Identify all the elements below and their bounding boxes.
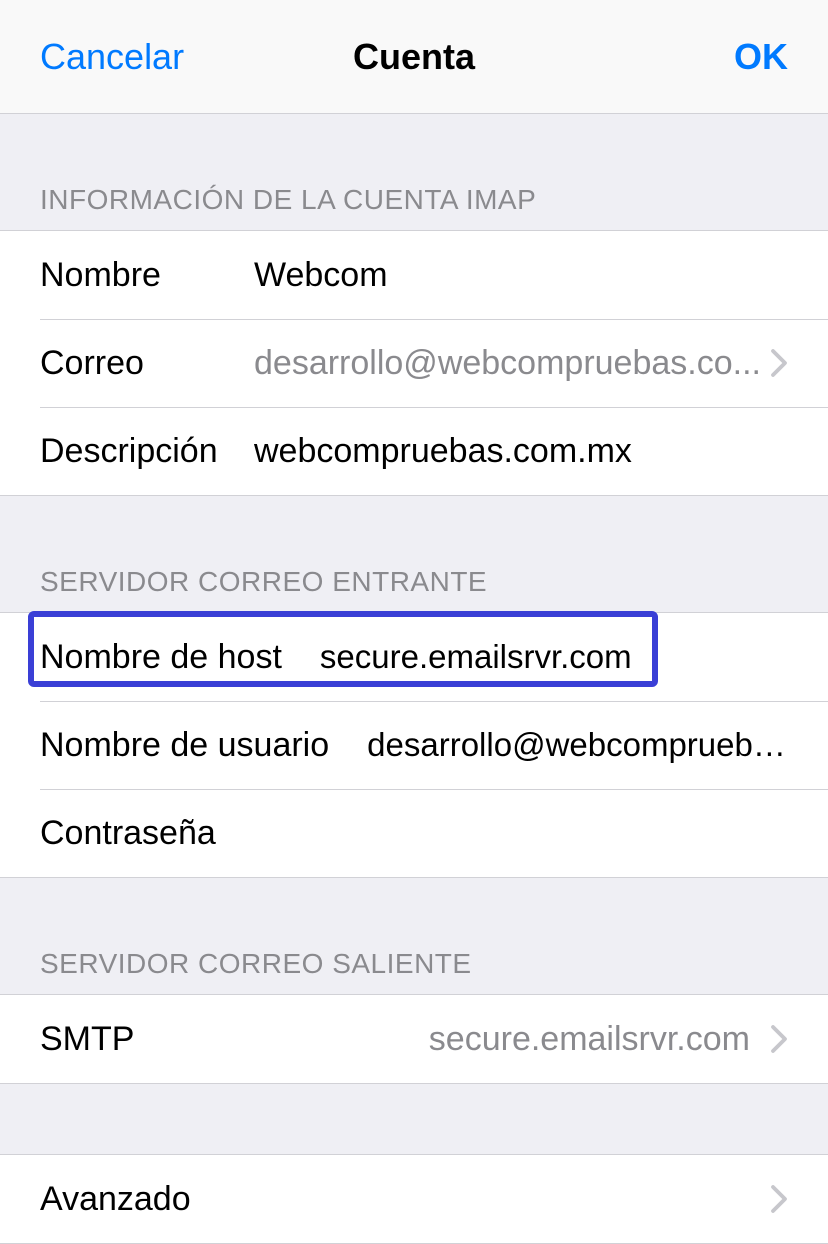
row-description[interactable]: Descripción webcompruebas.com.mx	[0, 407, 828, 495]
page-title: Cuenta	[353, 36, 475, 78]
row-mail[interactable]: Correo desarrollo@webcompruebas.co...	[0, 319, 828, 407]
group-advanced: Avanzado	[0, 1154, 828, 1244]
ok-button[interactable]: OK	[734, 36, 788, 78]
group-incoming-server: Nombre de host secure.emailsrvr.com Nomb…	[0, 612, 828, 878]
row-smtp[interactable]: SMTP secure.emailsrvr.com	[0, 995, 828, 1083]
description-label: Descripción	[40, 432, 230, 471]
smtp-value: secure.emailsrvr.com	[429, 1020, 750, 1059]
chevron-right-icon	[770, 348, 788, 378]
hostname-label: Nombre de host	[40, 638, 282, 677]
mail-label: Correo	[40, 344, 230, 383]
section-header-outgoing: Servidor correo saliente	[0, 878, 828, 994]
hostname-value[interactable]: secure.emailsrvr.com	[320, 638, 788, 676]
name-label: Nombre	[40, 256, 230, 295]
chevron-right-icon	[770, 1024, 788, 1054]
row-username[interactable]: Nombre de usuario desarrollo@webcomprueb…	[0, 701, 828, 789]
mail-value: desarrollo@webcompruebas.co...	[254, 344, 762, 383]
chevron-right-icon	[770, 1184, 788, 1214]
section-header-imap: Información de la cuenta IMAP	[0, 114, 828, 230]
smtp-label: SMTP	[40, 1020, 134, 1059]
cancel-button[interactable]: Cancelar	[40, 36, 184, 78]
group-outgoing-server: SMTP secure.emailsrvr.com	[0, 994, 828, 1084]
section-header-incoming: Servidor correo entrante	[0, 496, 828, 612]
navbar: Cancelar Cuenta OK	[0, 0, 828, 114]
password-label: Contraseña	[40, 814, 216, 853]
name-value[interactable]: Webcom	[254, 256, 788, 295]
row-password[interactable]: Contraseña	[0, 789, 828, 877]
username-label: Nombre de usuario	[40, 726, 329, 765]
spacer	[0, 1084, 828, 1154]
advanced-label: Avanzado	[40, 1180, 191, 1219]
group-imap-info: Nombre Webcom Correo desarrollo@webcompr…	[0, 230, 828, 496]
row-hostname[interactable]: Nombre de host secure.emailsrvr.com	[0, 613, 828, 701]
row-advanced[interactable]: Avanzado	[0, 1155, 828, 1243]
description-value[interactable]: webcompruebas.com.mx	[254, 432, 788, 471]
username-value[interactable]: desarrollo@webcompruebas.co...	[367, 726, 788, 764]
row-name[interactable]: Nombre Webcom	[0, 231, 828, 319]
